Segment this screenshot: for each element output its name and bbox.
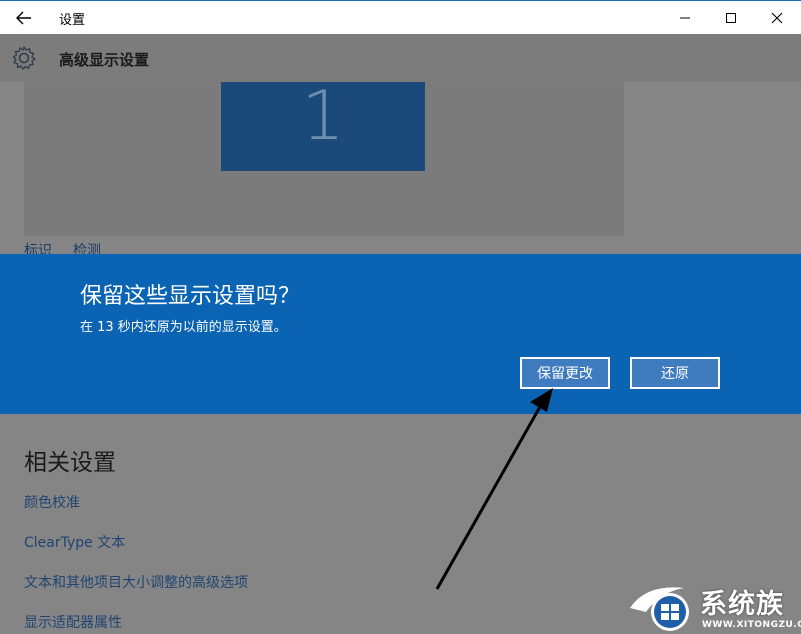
watermark: 系统族 WWW.XITONGZU.COM (626, 578, 801, 634)
close-icon[interactable] (754, 1, 800, 34)
watermark-logo-icon (630, 587, 689, 631)
monitor-tile[interactable]: 1 (221, 82, 425, 171)
keep-settings-dialog: 保留这些显示设置吗？ 在 13 秒内还原为以前的显示设置。 保留更改 还原 (0, 254, 801, 414)
back-arrow-icon[interactable] (10, 5, 38, 31)
related-settings-heading: 相关设置 (24, 450, 116, 476)
monitor-number: 1 (301, 77, 345, 156)
detect-link[interactable]: 检测 (73, 240, 101, 254)
page-title: 高级显示设置 (59, 51, 150, 69)
identify-link[interactable]: 标识 (24, 240, 52, 254)
keep-changes-button[interactable]: 保留更改 (520, 357, 610, 389)
window-title: 设置 (59, 13, 86, 28)
cleartype-link[interactable]: ClearType 文本 (24, 532, 125, 552)
dialog-title: 保留这些显示设置吗？ (80, 284, 301, 309)
revert-button[interactable]: 还原 (630, 357, 720, 389)
maximize-icon[interactable] (708, 1, 754, 34)
gear-icon (12, 46, 36, 70)
adapter-properties-link[interactable]: 显示适配器属性 (24, 612, 122, 632)
minimize-icon[interactable] (662, 1, 708, 34)
advanced-sizing-link[interactable]: 文本和其他项目大小调整的高级选项 (24, 572, 248, 592)
watermark-url: WWW.XITONGZU.COM (702, 620, 801, 630)
watermark-brand: 系统族 (700, 589, 784, 620)
window-titlebar: 设置 (0, 0, 801, 34)
dialog-message: 在 13 秒内还原为以前的显示设置。 (80, 320, 287, 335)
page-header: 高级显示设置 (0, 34, 801, 82)
color-calibration-link[interactable]: 颜色校准 (24, 492, 80, 512)
